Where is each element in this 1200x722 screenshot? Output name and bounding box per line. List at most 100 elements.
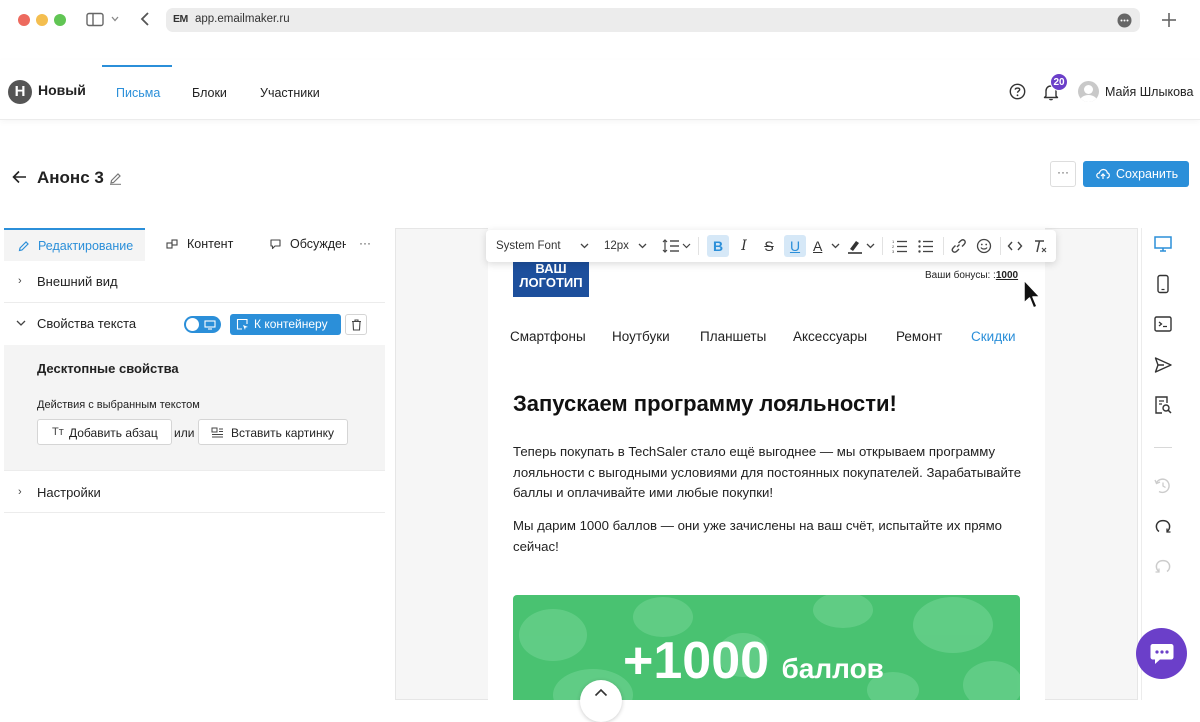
tab-discussion[interactable]: Обсужден xyxy=(256,228,346,261)
minimize-window-button[interactable] xyxy=(36,14,48,26)
font-size-select[interactable]: 12px xyxy=(604,230,650,262)
font-family-select[interactable]: System Font xyxy=(496,230,589,262)
email-menu-laptops[interactable]: Ноутбуки xyxy=(612,329,670,344)
browser-chrome: EM app.emailmaker.ru xyxy=(0,0,1200,40)
email-paragraph-2[interactable]: Мы дарим 1000 баллов — они уже зачислены… xyxy=(513,516,1033,557)
bold-button[interactable]: B xyxy=(707,235,729,257)
toolbar-divider xyxy=(943,237,944,255)
highlight-color-button[interactable] xyxy=(845,230,877,262)
close-window-button[interactable] xyxy=(18,14,30,26)
scroll-up-button[interactable] xyxy=(580,680,622,722)
send-icon[interactable] xyxy=(1153,355,1173,375)
ordered-list-button[interactable]: 123 xyxy=(888,230,912,262)
strikethrough-button[interactable]: S xyxy=(759,230,779,262)
app-header: H Новый Письма Блоки Участники 20 Майя Ш… xyxy=(0,60,1200,120)
new-tab-icon[interactable] xyxy=(1161,12,1177,28)
tab-content[interactable]: Контент xyxy=(149,228,252,261)
rail-separator xyxy=(1154,447,1172,448)
chevron-down-icon xyxy=(831,243,840,249)
page-actions-icon[interactable] xyxy=(1117,13,1132,28)
tab-editing[interactable]: Редактирование xyxy=(4,228,145,261)
desktop-properties-heading: Десктопные свойства xyxy=(37,361,179,376)
section-text-properties-label: Свойства текста xyxy=(37,316,137,331)
underline-button[interactable]: U xyxy=(784,235,806,257)
page-title: Анонс 3 xyxy=(37,168,104,187)
history-icon[interactable] xyxy=(1153,476,1173,496)
desktop-properties-panel: Десктопные свойства Действия с выбранным… xyxy=(4,345,385,470)
section-appearance[interactable]: › Внешний вид xyxy=(4,261,385,303)
tabs-more-button[interactable]: ··· xyxy=(359,236,371,250)
email-menu-smartphones[interactable]: Смартфоны xyxy=(510,329,586,344)
more-options-button[interactable]: ··· xyxy=(1050,161,1076,187)
email-headline[interactable]: Запускаем программу лояльности! xyxy=(513,391,897,417)
text-type-icon: Tт xyxy=(52,426,64,438)
tab-letters[interactable]: Письма xyxy=(116,86,160,100)
code-icon xyxy=(1007,241,1023,251)
unordered-list-button[interactable] xyxy=(914,230,938,262)
desktop-preview-icon[interactable] xyxy=(1153,234,1173,254)
chevron-up-icon xyxy=(594,688,608,697)
clear-format-button[interactable] xyxy=(1029,230,1051,262)
delete-button[interactable] xyxy=(345,314,367,335)
to-container-button[interactable]: К контейнеру xyxy=(230,314,341,335)
insert-image-label: Вставить картинку xyxy=(231,426,335,440)
sidebar-toggle-icon[interactable] xyxy=(86,12,104,27)
mobile-preview-icon[interactable] xyxy=(1153,274,1173,294)
emoji-icon xyxy=(976,238,992,254)
address-bar[interactable]: EM app.emailmaker.ru xyxy=(166,8,1140,32)
inspect-document-icon[interactable] xyxy=(1153,395,1173,415)
back-icon[interactable] xyxy=(140,11,150,27)
tab-discussion-label: Обсужден xyxy=(290,237,346,251)
email-paragraph-1[interactable]: Теперь покупать в TechSaler стало ещё вы… xyxy=(513,442,1033,504)
maximize-window-button[interactable] xyxy=(54,14,66,26)
logo-line-2: ЛОГОТИП xyxy=(519,275,583,290)
email-menu-discounts[interactable]: Скидки xyxy=(971,329,1016,344)
terminal-icon[interactable] xyxy=(1153,314,1173,334)
bonus-info[interactable]: Ваши бонусы: :1000 xyxy=(925,270,1018,281)
line-height-button[interactable] xyxy=(660,230,694,262)
email-menu-tablets[interactable]: Планшеты xyxy=(700,329,766,344)
chevron-down-icon xyxy=(866,243,875,249)
chevron-down-icon[interactable] xyxy=(111,16,119,22)
select-container-icon xyxy=(236,318,248,330)
project-name[interactable]: Новый xyxy=(38,82,86,98)
add-paragraph-label: Добавить абзац xyxy=(69,426,158,440)
device-toggle[interactable] xyxy=(184,316,221,333)
email-menu-repair[interactable]: Ремонт xyxy=(896,329,942,344)
tab-blocks[interactable]: Блоки xyxy=(192,86,227,100)
bonus-label: Ваши бонусы: : xyxy=(925,270,996,281)
source-code-button[interactable] xyxy=(1004,230,1026,262)
emoji-button[interactable] xyxy=(972,230,996,262)
section-text-properties[interactable]: Свойства текста К контейнеру xyxy=(4,303,385,345)
help-icon[interactable] xyxy=(1009,83,1026,100)
edit-title-icon[interactable] xyxy=(109,172,122,185)
italic-button[interactable]: I xyxy=(734,230,754,262)
toolbar-divider xyxy=(698,237,699,255)
banner-word: баллов xyxy=(781,653,884,684)
url-text[interactable]: app.emailmaker.ru xyxy=(195,13,290,25)
undo-icon[interactable] xyxy=(1153,517,1173,537)
back-arrow-icon[interactable] xyxy=(12,170,27,184)
redo-icon[interactable] xyxy=(1153,557,1173,577)
desktop-icon xyxy=(204,320,216,330)
avatar[interactable] xyxy=(1078,81,1099,102)
text-color-button[interactable]: A xyxy=(811,230,841,262)
email-logo[interactable]: ВАШ ЛОГОТИП xyxy=(513,256,589,297)
rail-divider xyxy=(1141,228,1142,700)
email-preview[interactable]: ВАШ ЛОГОТИП Ваши бонусы: :1000 Запускаем… xyxy=(488,228,1045,700)
project-logo[interactable]: H xyxy=(8,80,32,104)
add-paragraph-button[interactable]: Tт Добавить абзац xyxy=(37,419,172,445)
save-button[interactable]: Сохранить xyxy=(1083,161,1189,187)
chat-support-button[interactable] xyxy=(1136,628,1187,679)
link-button[interactable] xyxy=(946,230,970,262)
chevron-down-icon xyxy=(16,320,26,326)
insert-image-button[interactable]: Вставить картинку xyxy=(198,419,348,445)
tab-participants[interactable]: Участники xyxy=(260,86,320,100)
or-label: или xyxy=(174,426,195,440)
pencil-icon xyxy=(18,241,29,252)
logo-line-1: ВАШ xyxy=(535,261,567,276)
trash-icon xyxy=(352,319,361,331)
email-menu-accessories[interactable]: Аксессуары xyxy=(793,329,867,344)
section-settings[interactable]: › Настройки xyxy=(4,470,385,513)
user-name[interactable]: Майя Шлыкова xyxy=(1105,85,1193,99)
